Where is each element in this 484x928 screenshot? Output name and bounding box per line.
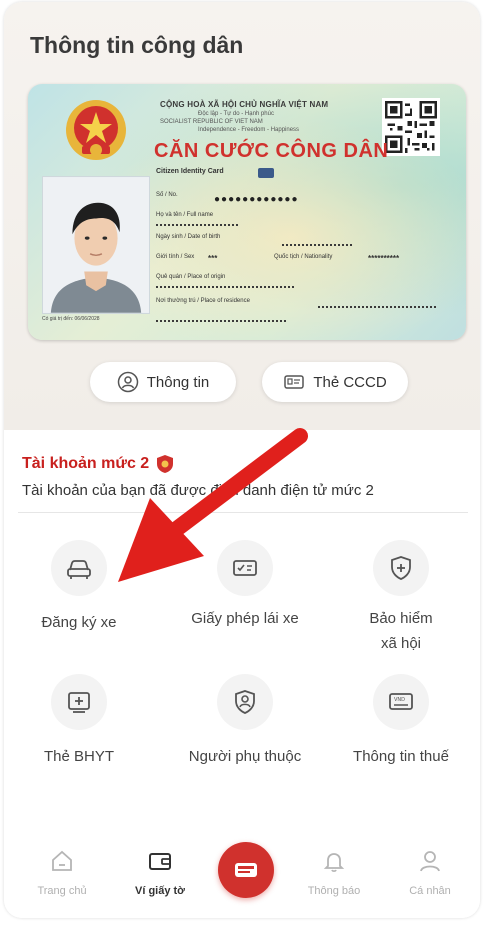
card-number-value: ●●●●●●●●●●●● — [214, 194, 299, 205]
svg-text:VND: VND — [394, 697, 405, 703]
service-health-insurance-card[interactable]: Thẻ BHYT — [4, 674, 154, 769]
cccd-card-button[interactable]: Thẻ CCCD — [262, 362, 408, 402]
wallet-icon — [149, 853, 171, 870]
service-label: Thông tin thuế — [353, 748, 449, 765]
card-residence-label: Nơi thường trú / Place of residence — [156, 298, 250, 304]
tax-icon: VND — [373, 674, 429, 730]
service-label: Bảo hiểm xã hội — [369, 610, 433, 652]
card-chip-icon — [258, 168, 274, 178]
health-card-icon — [51, 674, 107, 730]
card-residence-value-2 — [156, 320, 286, 322]
card-name-value — [156, 224, 240, 226]
nav-notifications-label: Thông báo — [307, 885, 361, 897]
page-title: Thông tin công dân — [30, 32, 244, 58]
scan-button[interactable] — [218, 842, 274, 898]
card-number-label: Số / No. — [156, 192, 178, 198]
shield-plus-icon — [373, 540, 429, 596]
account-level-title: Tài khoản mức 2 — [22, 454, 175, 474]
driver-license-icon — [217, 540, 273, 596]
card-header-motto-en: Independence - Freedom - Happiness — [198, 127, 300, 133]
nav-home[interactable]: Trang chủ — [22, 848, 102, 897]
service-label: Giấy phép lái xe — [191, 610, 299, 627]
national-emblem-icon — [66, 100, 126, 160]
account-level-description: Tài khoản của bạn đã được định danh điện… — [22, 482, 374, 499]
card-subtitle: Citizen Identity Card — [156, 168, 224, 175]
card-residence-value-1 — [318, 306, 438, 308]
qr-code — [382, 98, 440, 156]
card-sex-value: *** — [208, 254, 218, 263]
bell-icon — [323, 853, 345, 872]
service-label: Thẻ BHYT — [43, 748, 115, 765]
citizen-id-card[interactable]: CỘNG HOÀ XÃ HỘI CHỦ NGHĨA VIỆT NAM Độc l… — [28, 84, 466, 340]
service-dependents[interactable]: Người phụ thuộc — [170, 674, 320, 769]
card-header-country: CỘNG HOÀ XÃ HỘI CHỦ NGHĨA VIỆT NAM — [160, 100, 329, 109]
account-level-text: Tài khoản mức 2 — [22, 455, 150, 472]
user-icon — [420, 851, 440, 872]
service-social-insurance[interactable]: Bảo hiểm xã hội — [326, 540, 476, 656]
nav-home-label: Trang chủ — [37, 885, 87, 897]
nav-wallet[interactable]: Ví giấy tờ — [120, 848, 200, 897]
service-label: Đăng ký xe — [41, 614, 117, 631]
card-title: CĂN CƯỚC CÔNG DÂN — [154, 140, 389, 162]
user-circle-icon — [117, 371, 139, 393]
service-tax-info[interactable]: VND Thông tin thuế — [326, 674, 476, 769]
card-nationality-value: ********** — [368, 254, 400, 263]
card-expiry-caption: Có giá trị đến: 06/06/2028 — [42, 316, 100, 322]
service-vehicle-registration[interactable]: Đăng ký xe — [4, 540, 154, 635]
info-button[interactable]: Thông tin — [90, 362, 236, 402]
card-dob-label: Ngày sinh / Date of birth — [156, 234, 221, 240]
section-divider — [18, 512, 468, 513]
citizen-photo — [42, 176, 150, 314]
card-origin-label: Quê quán / Place of origin — [156, 274, 226, 280]
card-dob-value — [282, 244, 352, 246]
dependent-icon — [217, 674, 273, 730]
nav-profile-label: Cá nhân — [409, 885, 451, 897]
nav-notifications[interactable]: Thông báo — [294, 848, 374, 897]
nav-profile[interactable]: Cá nhân — [390, 848, 470, 897]
card-nationality-label: Quốc tịch / Nationality — [274, 254, 333, 260]
card-name-label: Họ và tên / Full name — [156, 212, 214, 218]
scan-icon — [235, 863, 257, 877]
nav-wallet-label: Ví giấy tờ — [135, 885, 185, 897]
bottom-navigation: Trang chủ Ví giấy tờ Thông báo Cá nhân — [4, 822, 480, 918]
card-header-country-en: SOCIALIST REPUBLIC OF VIET NAM — [160, 119, 263, 125]
phone-frame: Thông tin công dân CỘNG HOÀ XÃ HỘI CHỦ N… — [4, 2, 480, 918]
home-icon — [52, 850, 72, 871]
level-badge-icon — [157, 455, 174, 473]
service-label: Người phụ thuộc — [188, 748, 302, 765]
car-icon — [51, 540, 107, 596]
card-origin-value — [156, 286, 296, 288]
card-sex-label: Giới tính / Sex — [156, 254, 195, 260]
service-driver-license[interactable]: Giấy phép lái xe — [170, 540, 320, 631]
card-header-motto: Độc lập - Tự do - Hạnh phúc — [198, 111, 274, 117]
id-card-icon — [283, 371, 305, 393]
citizen-info-panel: Thông tin công dân CỘNG HOÀ XÃ HỘI CHỦ N… — [4, 2, 480, 430]
cccd-card-button-label: Thẻ CCCD — [313, 373, 387, 391]
info-button-label: Thông tin — [146, 373, 210, 391]
